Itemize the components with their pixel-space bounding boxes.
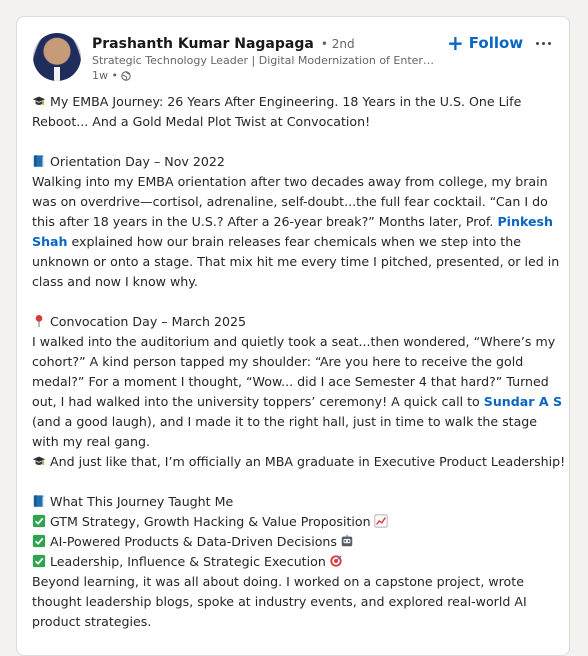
feed-post-card: Prashanth Kumar Nagapaga • 2nd Strategic… [16,16,570,656]
body-line: this after 18 years in the U.S.? After a… [32,212,562,232]
checklist-item: Leadership, Influence & Strategic Execut… [32,552,562,572]
more-options-button[interactable] [531,31,555,55]
body-line: My EMBA Journey: 26 Years After Engineer… [32,92,562,112]
green-check-icon [32,534,46,548]
orientation-text-5: unknown or onto a stage. That mix hit me… [32,254,560,269]
author-name-line: Prashanth Kumar Nagapaga • 2nd [92,33,355,52]
follow-label: Follow [468,34,524,52]
body-line: What This Journey Taught Me [32,492,562,512]
post-body: My EMBA Journey: 26 Years After Engineer… [32,92,566,632]
body-line: Convocation Day – March 2025 [32,312,562,332]
direct-hit-icon [330,555,342,567]
convocation-text-5: (and a good laugh), and I made it to the… [32,414,538,429]
body-line: out, I had walked into the university to… [32,392,562,412]
checklist-label: Leadership, Influence & Strategic Execut… [50,554,326,569]
convocation-text-3: medal?” For a moment I thought, “Wow... … [32,374,549,389]
post-meta: 1w • [92,69,131,82]
convocation-heading: Convocation Day – March 2025 [50,314,247,329]
red-pushpin-icon [35,315,43,328]
mention-link-sundar[interactable]: Sundar A S [484,394,562,409]
author-name[interactable]: Prashanth Kumar Nagapaga [92,36,314,52]
chart-increasing-icon [374,514,388,528]
globe-icon [121,70,131,81]
more-dot [547,41,551,45]
author-headline: Strategic Technology Leader | Digital Mo… [92,54,437,67]
follow-button[interactable]: + Follow [447,31,523,55]
closing-text-2: thought leadership blogs, spoke at indus… [32,594,527,609]
more-dot [541,41,545,45]
connection-degree: • 2nd [320,37,355,51]
checklist-item: GTM Strategy, Growth Hacking & Value Pro… [32,512,562,532]
post-header: Prashanth Kumar Nagapaga • 2nd Strategic… [17,17,569,93]
graduate-text: And just like that, I’m officially an MB… [50,454,566,469]
plus-icon: + [447,31,464,55]
post-time: 1w • [92,69,118,82]
body-line: And just like that, I’m officially an MB… [32,452,566,472]
closing-text-1: Beyond learning, it was all about doing.… [32,574,524,589]
graduation-cap-icon [32,96,46,105]
closing-text-3: product strategies. [32,614,152,629]
mention-link-pinkesh[interactable]: Pinkesh [497,214,553,229]
green-check-icon [32,514,46,528]
checklist-label: GTM Strategy, Growth Hacking & Value Pro… [50,514,371,529]
intro-text-2: Reboot... And a Gold Medal Plot Twist at… [32,114,371,129]
orientation-text-2: was on overdrive—cortisol, adrenaline, s… [32,194,548,209]
orientation-text-6: class and now I know why. [32,274,198,289]
checklist-item: AI-Powered Products & Data-Driven Decisi… [32,532,562,552]
body-line: Orientation Day – Nov 2022 [32,152,562,172]
green-check-icon [32,554,46,568]
author-avatar[interactable] [33,33,81,81]
graduation-cap-icon [32,456,46,465]
orientation-text-3: this after 18 years in the U.S.? After a… [32,214,494,229]
more-dot [535,41,539,45]
blue-book-icon [33,495,45,507]
orientation-text-4: explained how our brain releases fear ch… [71,234,521,249]
convocation-text-2: cohort?” A kind person tapped my shoulde… [32,354,524,369]
orientation-text-1: Walking into my EMBA orientation after t… [32,174,548,189]
body-line: Shah explained how our brain releases fe… [32,232,562,252]
convocation-text-6: with my real gang. [32,434,151,449]
robot-face-icon [341,534,353,547]
orientation-heading: Orientation Day – Nov 2022 [50,154,225,169]
blue-book-icon [33,155,45,167]
intro-text-1: My EMBA Journey: 26 Years After Engineer… [50,94,522,109]
checklist-label: AI-Powered Products & Data-Driven Decisi… [50,534,337,549]
convocation-text-1: I walked into the auditorium and quietly… [32,334,556,349]
convocation-text-4: out, I had walked into the university to… [32,394,480,409]
mention-link-shah[interactable]: Shah [32,234,68,249]
taught-heading: What This Journey Taught Me [50,494,234,509]
